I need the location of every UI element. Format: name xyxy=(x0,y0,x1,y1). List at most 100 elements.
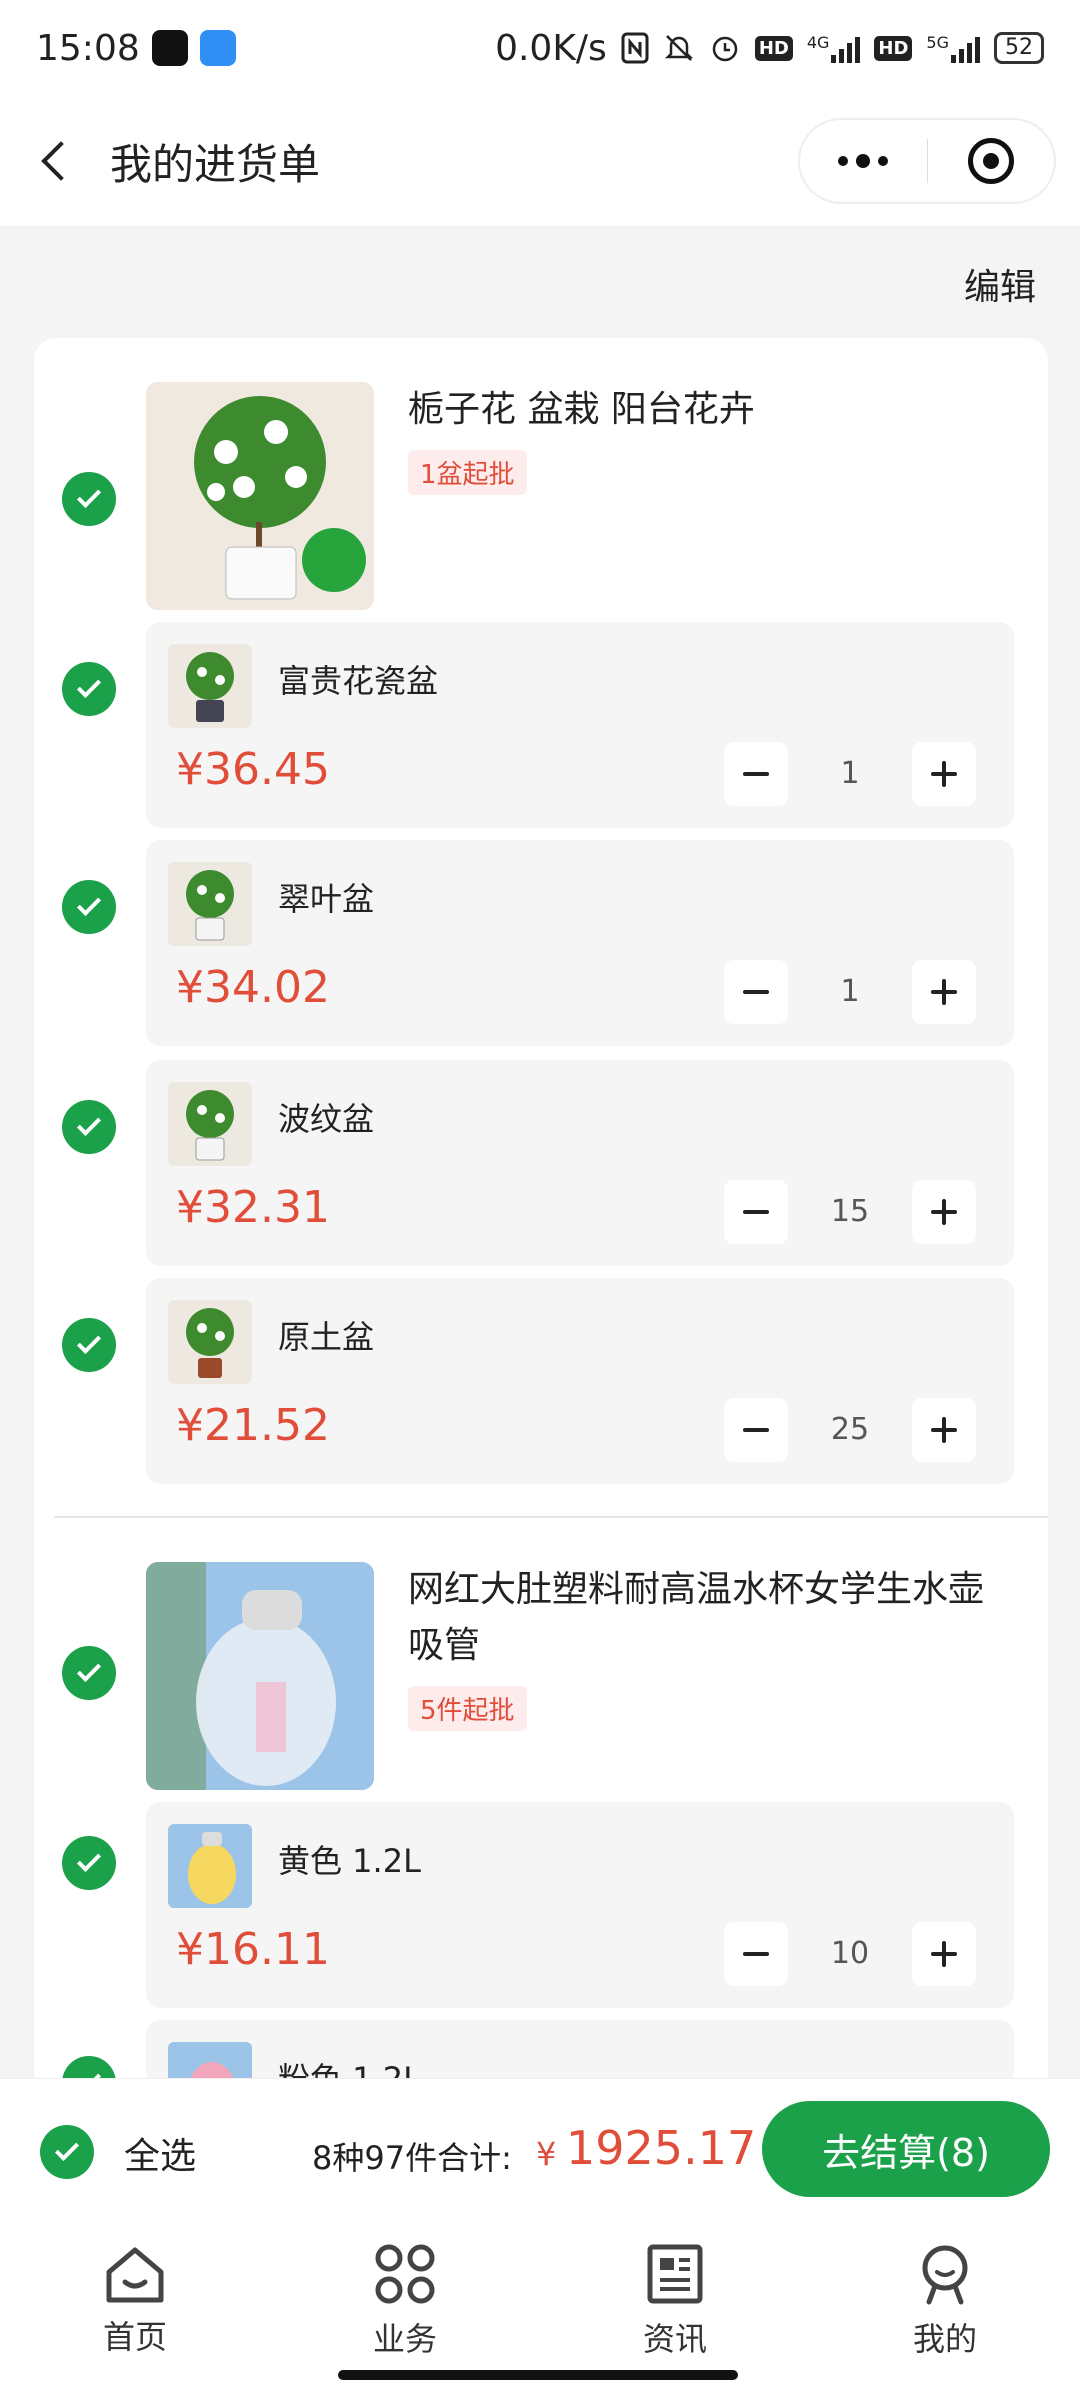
select-all-checkbox[interactable] xyxy=(40,2125,94,2179)
variant-row: 翠叶盆 ¥34.02 1 xyxy=(146,840,1014,1046)
grid-icon xyxy=(375,2244,435,2304)
tab-business[interactable]: 业务 xyxy=(270,2226,540,2376)
variant-row: 黄色 1.2L ¥16.11 10 xyxy=(146,1802,1014,2008)
variant-name: 黄色 1.2L xyxy=(278,1842,421,1880)
variant-checkbox[interactable] xyxy=(62,1318,116,1372)
minus-icon xyxy=(743,1428,769,1432)
variant-price: ¥34.02 xyxy=(176,962,330,1013)
quantity-stepper: 15 xyxy=(724,1180,976,1244)
minus-icon xyxy=(743,1952,769,1956)
status-bar: 15:08 0.0K/s HD 4G HD 5G 52 xyxy=(0,0,1080,96)
increase-button[interactable] xyxy=(912,1922,976,1986)
tab-news[interactable]: 资讯 xyxy=(540,2226,810,2376)
mute-bell-icon xyxy=(664,35,693,61)
tab-label: 我的 xyxy=(912,2320,977,2358)
variant-price: ¥32.31 xyxy=(176,1182,330,1233)
quantity-stepper: 1 xyxy=(724,960,976,1024)
signal-icon-1 xyxy=(831,33,861,63)
tab-profile[interactable]: 我的 xyxy=(810,2226,1080,2376)
decrease-button[interactable] xyxy=(724,1922,788,1986)
product-image[interactable] xyxy=(146,382,374,610)
increase-button[interactable] xyxy=(912,742,976,806)
variant-name: 波纹盆 xyxy=(278,1100,375,1138)
product-title[interactable]: 栀子花 盆栽 阳台花卉 xyxy=(408,382,1028,438)
variant-image xyxy=(168,862,252,946)
network-type-1: 4G xyxy=(806,33,830,52)
signal-icon-2 xyxy=(951,33,980,63)
variant-name: 原土盆 xyxy=(278,1318,375,1356)
variant-price: ¥36.45 xyxy=(176,744,330,795)
increase-button[interactable] xyxy=(912,1180,976,1244)
product-checkbox[interactable] xyxy=(62,472,116,526)
select-all-label[interactable]: 全选 xyxy=(124,2127,196,2179)
quantity-value[interactable]: 1 xyxy=(788,742,912,806)
increase-button[interactable] xyxy=(912,960,976,1024)
home-indicator[interactable] xyxy=(338,2370,738,2380)
hd-badge-1: HD xyxy=(754,35,793,61)
decrease-button[interactable] xyxy=(724,1398,788,1462)
tiktok-app-icon xyxy=(151,30,188,66)
close-mini-program-button[interactable] xyxy=(928,138,1055,184)
variant-image xyxy=(168,1824,252,1908)
profile-icon xyxy=(922,2245,968,2305)
order-total: 1925.17 xyxy=(566,2121,757,2175)
more-dot xyxy=(856,154,871,168)
tab-label: 业务 xyxy=(372,2320,437,2358)
back-button[interactable] xyxy=(0,96,110,226)
mini-program-capsule xyxy=(798,118,1056,204)
product-image[interactable] xyxy=(146,1562,374,1790)
order-summary: 8种97件合计: xyxy=(312,2139,512,2177)
target-icon xyxy=(967,138,1014,184)
variant-row: 富贵花瓷盆 ¥36.45 1 xyxy=(146,622,1014,828)
nav-bar: 我的进货单 xyxy=(0,96,1080,226)
hd-badge-2: HD xyxy=(874,35,913,61)
edit-button[interactable]: 编辑 xyxy=(964,258,1036,310)
news-icon xyxy=(647,2244,703,2304)
increase-button[interactable] xyxy=(912,1398,976,1462)
quantity-stepper: 1 xyxy=(724,742,976,806)
product-title[interactable]: 网红大肚塑料耐高温水杯女学生水壶吸管 xyxy=(408,1562,1018,1674)
variant-checkbox[interactable] xyxy=(62,880,116,934)
decrease-button[interactable] xyxy=(724,742,788,806)
variant-image xyxy=(168,644,252,728)
quantity-stepper: 10 xyxy=(724,1922,976,1986)
more-dot xyxy=(878,156,889,166)
quantity-stepper: 25 xyxy=(724,1398,976,1462)
variant-checkbox[interactable] xyxy=(62,1836,116,1890)
net-speed: 0.0K/s xyxy=(495,27,607,69)
quantity-value[interactable]: 15 xyxy=(788,1180,912,1244)
decrease-button[interactable] xyxy=(724,1180,788,1244)
variant-checkbox[interactable] xyxy=(62,1100,116,1154)
quantity-value[interactable]: 10 xyxy=(788,1922,912,1986)
chevron-left-icon xyxy=(41,141,81,181)
message-app-icon xyxy=(199,30,236,66)
variant-price: ¥16.11 xyxy=(176,1924,330,1975)
tab-home[interactable]: 首页 xyxy=(0,2226,270,2376)
status-time: 15:08 xyxy=(36,27,140,69)
variant-image xyxy=(168,1300,252,1384)
battery-indicator: 52 xyxy=(994,32,1044,64)
checkout-button[interactable]: 去结算(8) xyxy=(762,2101,1050,2197)
variant-image xyxy=(168,1082,252,1166)
variant-checkbox[interactable] xyxy=(62,662,116,716)
variant-name: 翠叶盆 xyxy=(278,880,375,918)
nfc-icon xyxy=(621,32,649,64)
product-divider xyxy=(54,1516,1048,1518)
minus-icon xyxy=(743,772,769,776)
more-button[interactable] xyxy=(800,154,927,168)
quantity-value[interactable]: 1 xyxy=(788,960,912,1024)
variant-row: 原土盆 ¥21.52 25 xyxy=(146,1278,1014,1484)
product-checkbox[interactable] xyxy=(62,1646,116,1700)
decrease-button[interactable] xyxy=(724,960,788,1024)
tab-label: 首页 xyxy=(102,2318,167,2356)
minus-icon xyxy=(743,990,769,994)
moq-badge: 5件起批 xyxy=(408,1686,527,1731)
tab-label: 资讯 xyxy=(642,2320,707,2358)
checkout-bar: 全选 8种97件合计: ¥ 1925.17 去结算(8) xyxy=(0,2078,1080,2226)
currency-symbol: ¥ xyxy=(536,2135,557,2173)
home-icon xyxy=(106,2247,164,2303)
quantity-value[interactable]: 25 xyxy=(788,1398,912,1462)
network-type-2: 5G xyxy=(926,33,949,52)
variant-price: ¥21.52 xyxy=(176,1400,330,1451)
moq-badge: 1盆起批 xyxy=(408,450,527,495)
